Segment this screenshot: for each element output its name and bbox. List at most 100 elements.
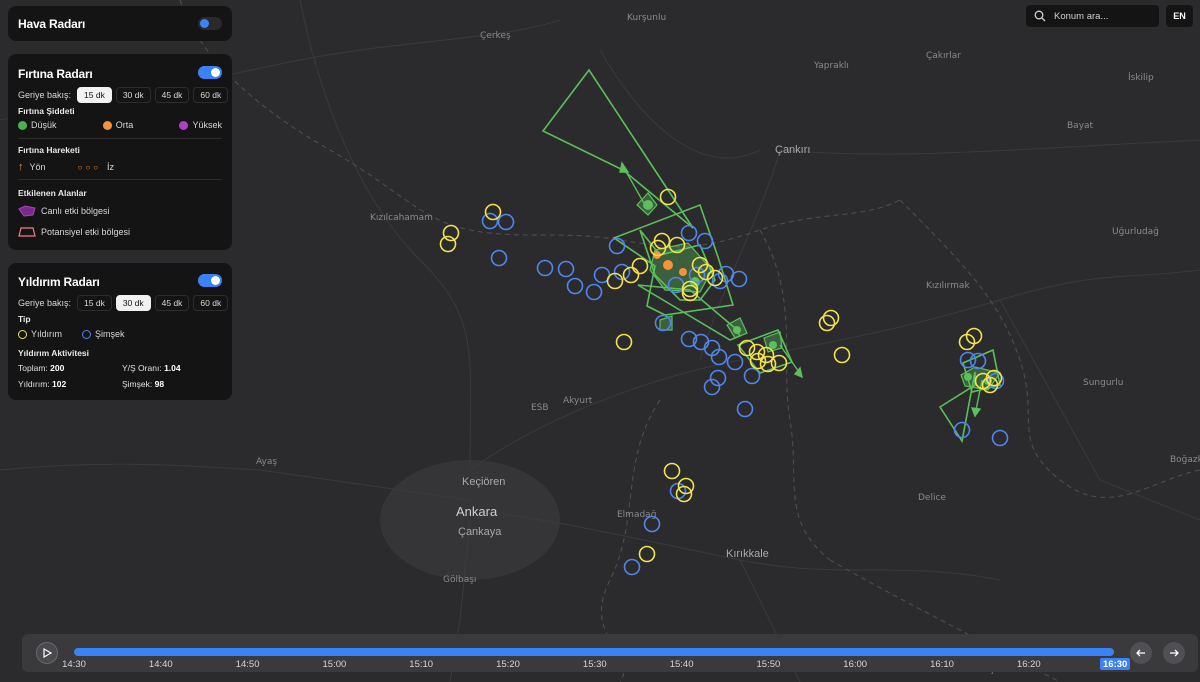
place-label: Akyurt xyxy=(563,396,593,406)
stat-value: 98 xyxy=(154,379,165,389)
live-zone-label: Canlı etki bölgesi xyxy=(41,206,110,216)
type-label: Şimşek xyxy=(95,329,125,339)
place-label: Kırıkkale xyxy=(726,548,769,560)
place-label: Ankara xyxy=(456,504,498,519)
timeline-tick: 15:00 xyxy=(322,659,347,670)
activity-title: Yıldırım Aktivitesi xyxy=(18,348,90,358)
potential-zone-legend: Potansiyel etki bölgesi xyxy=(18,226,130,238)
lightning-radar-toggle[interactable] xyxy=(198,274,222,287)
stat-value: 200 xyxy=(50,363,65,373)
timeline-track[interactable] xyxy=(74,648,1114,656)
place-label: Sungurlu xyxy=(1083,378,1123,388)
place-label: Ayaş xyxy=(256,457,277,467)
simsek-markers xyxy=(481,212,1009,576)
place-label: Uğurludağ xyxy=(1112,227,1159,237)
storm-zones xyxy=(541,68,1001,444)
timeline-tick: 14:50 xyxy=(235,659,260,670)
areas-title: Etkilenen Alanlar xyxy=(18,188,87,198)
storm-lookback: Geriye bakış: 15 dk 30 dk 45 dk 60 dk xyxy=(18,87,229,103)
severity-dot-icon xyxy=(102,120,112,130)
place-label: ESB xyxy=(531,403,549,413)
lookback-option[interactable]: 15 dk xyxy=(77,295,112,311)
timeline-tick: 15:20 xyxy=(496,659,520,670)
severity-label: Orta xyxy=(115,120,134,130)
search-input[interactable]: Konum ara... xyxy=(1054,11,1108,22)
live-zone-legend: Canlı etki bölgesi xyxy=(18,205,110,217)
yildirim-ring-icon xyxy=(18,329,27,339)
panel-title: Yıldırım Radarı xyxy=(18,275,100,289)
direction-label: Yön xyxy=(29,162,46,172)
lookback-option[interactable]: 15 dk xyxy=(77,87,112,103)
stat-yildirim: Yıldırım: 102 xyxy=(18,379,66,389)
place-labels: Kurşunlu Çerkeş Yapraklı Çakırlar İskili… xyxy=(256,13,1200,675)
weather-radar-toggle[interactable] xyxy=(198,17,222,30)
timeline-tick: 15:10 xyxy=(409,659,434,670)
timeline-tick: 14:40 xyxy=(148,659,173,670)
severity-label: Düşük xyxy=(31,120,57,130)
trail-icon: ○○○ xyxy=(77,162,102,172)
lookback-option[interactable]: 30 dk xyxy=(115,295,151,311)
severity-legend: Düşük Orta Yüksek xyxy=(18,120,222,130)
storm-radar-toggle[interactable] xyxy=(198,66,222,79)
timeline-tick: 15:40 xyxy=(669,659,694,670)
potential-zone-label: Potansiyel etki bölgesi xyxy=(41,227,131,237)
place-label: Boğazkale xyxy=(1170,455,1200,465)
step-forward-button[interactable] xyxy=(1163,642,1185,664)
step-back-button[interactable] xyxy=(1130,642,1152,664)
current-time-badge: 16:30 xyxy=(1100,658,1131,670)
timeline-tick: 16:20 xyxy=(1016,659,1041,670)
place-label: Yapraklı xyxy=(813,61,849,71)
live-zone-icon xyxy=(18,205,36,217)
timeline-tick: 16:00 xyxy=(843,659,868,670)
place-label: Bayat xyxy=(1067,121,1094,131)
movement-title: Fırtına Hareketi xyxy=(18,145,80,155)
timeline-tick: 15:30 xyxy=(582,659,607,670)
lookback-option[interactable]: 45 dk xyxy=(154,295,190,311)
trail-label: İz xyxy=(107,162,115,172)
place-label: Çankırı xyxy=(775,144,810,156)
place-label: Çerkeş xyxy=(480,31,511,41)
stat-label: Yıldırım: xyxy=(18,379,50,389)
severity-dot-icon xyxy=(179,120,189,130)
language-button[interactable]: EN xyxy=(1166,5,1193,27)
live-impact-zones xyxy=(636,192,1002,391)
place-label: Kızılcahamam xyxy=(370,213,433,223)
severity-label: Yüksek xyxy=(192,120,222,130)
potential-zone-icon xyxy=(18,227,36,237)
lookback-option[interactable]: 60 dk xyxy=(193,295,229,311)
weather-radar-panel: Hava Radarı xyxy=(8,6,232,41)
place-label: Gölbaşı xyxy=(443,575,476,585)
type-title: Tip xyxy=(18,314,31,324)
place-label: İskilip xyxy=(1128,72,1154,83)
place-label: Kurşunlu xyxy=(627,13,666,23)
play-icon xyxy=(43,648,52,658)
panel-title: Fırtına Radarı xyxy=(18,67,93,81)
timeline-tick: 14:30 xyxy=(62,659,86,670)
type-label: Yıldırım xyxy=(31,329,63,339)
lookback-option[interactable]: 30 dk xyxy=(115,87,151,103)
stat-label: Y/Ş Oranı: xyxy=(122,363,162,373)
lightning-radar-panel: Yıldırım Radarı Geriye bakış: 15 dk 30 d… xyxy=(8,263,232,400)
type-legend: Yıldırım Şimşek xyxy=(18,329,125,339)
lookback-label: Geriye bakış: xyxy=(18,90,72,100)
map-borders xyxy=(179,0,1200,682)
place-label: Çakırlar xyxy=(926,51,961,61)
panel-title: Hava Radarı xyxy=(18,17,86,31)
stat-total: Toplam: 200 xyxy=(18,363,64,373)
search-icon xyxy=(1034,10,1046,22)
storm-radar-panel: Fırtına Radarı Geriye bakış: 15 dk 30 dk… xyxy=(8,54,232,250)
search-box[interactable]: Konum ara... xyxy=(1026,5,1159,27)
play-button[interactable] xyxy=(36,642,58,664)
place-label: Çankaya xyxy=(458,526,502,538)
place-label: Kızılırmak xyxy=(926,281,970,291)
movement-legend: ↑ Yön ○○○ İz xyxy=(18,161,114,173)
stat-simsek: Şimşek: 98 xyxy=(122,379,164,389)
place-label: Keçiören xyxy=(462,476,505,488)
stat-label: Şimşek: xyxy=(122,379,153,389)
timeline-tick: 16:10 xyxy=(930,659,954,670)
stat-value: 102 xyxy=(52,379,67,389)
lookback-option[interactable]: 45 dk xyxy=(154,87,190,103)
lookback-label: Geriye bakış: xyxy=(18,298,72,308)
lookback-option[interactable]: 60 dk xyxy=(193,87,229,103)
stat-label: Toplam: xyxy=(18,363,48,373)
